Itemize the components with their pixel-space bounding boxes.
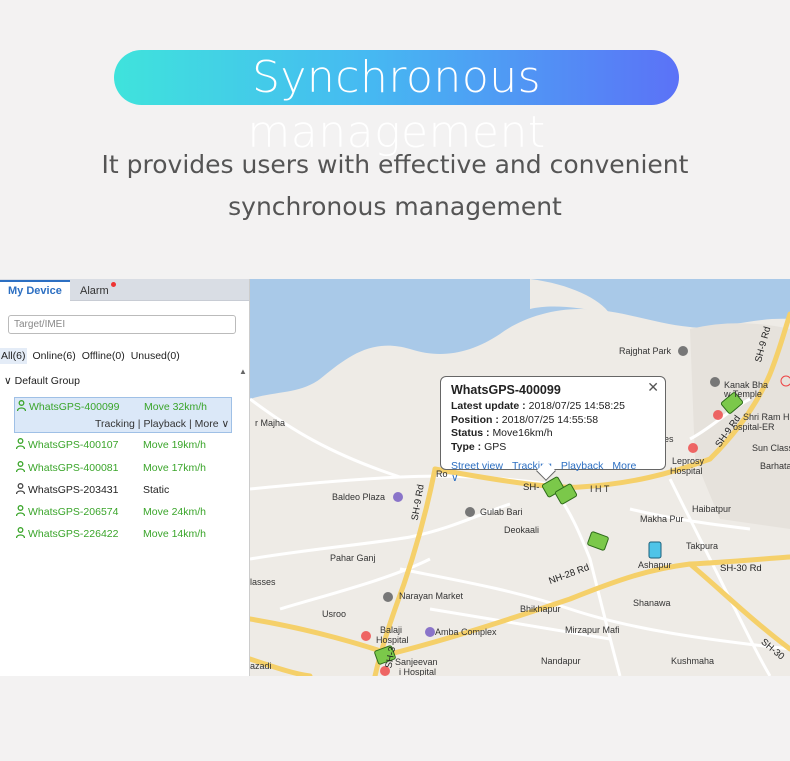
hero-title-banner: Synchronous management [114,50,679,158]
map-label: lasses [250,577,276,587]
tracking-link[interactable]: Tracking [95,418,135,430]
user-icon [16,527,25,538]
position-value: 2018/07/25 14:55:58 [501,413,599,426]
chevron-down-icon: ∨ [451,472,459,484]
map-label: Deokaali [504,525,540,535]
map-label: Amba Complex [435,627,497,637]
map-label: Gulab Bari [480,507,523,517]
map-label: r Majha [255,418,286,428]
map-label: Shanawa [633,598,671,608]
tab-my-device[interactable]: My Device [0,280,70,301]
map-label: Leprosy [672,456,705,466]
device-status: Move 19km/h [143,439,207,451]
map-label: Barhata [760,461,790,471]
user-icon [16,461,25,472]
hero-subtitle-line2: synchronous management [228,192,562,221]
device-info-popup: ✕ WhatsGPS-400099 Latest update : 2018/0… [440,376,666,484]
device-name: WhatsGPS-206574 [28,506,119,518]
popup-title: WhatsGPS-400099 [451,383,561,397]
app-screenshot: Rajghat Park Kanak Bha w Temple Shri Ram… [0,279,790,676]
device-name: WhatsGPS-203431 [28,484,119,496]
device-name: WhatsGPS-226422 [28,528,119,540]
type-value: GPS [484,440,507,453]
device-row[interactable]: WhatsGPS-226422 Move 14km/h [14,525,232,545]
map-label: Makha Pur [640,514,684,524]
position-label: Position : [451,413,499,426]
map-label: Hospital [376,635,409,645]
map-label: Ashapur [638,560,672,570]
status-value: Move16km/h [492,427,553,439]
map-label: I H T [590,484,610,494]
device-row[interactable]: WhatsGPS-400081 Move 17km/h [14,459,232,479]
map-label: Baldeo Plaza [332,492,386,502]
playback-link[interactable]: Playback [143,418,186,430]
map-label: Usroo [322,609,347,619]
road-label: SH-30 Rd [720,563,762,574]
chevron-down-icon: ∨ [221,418,230,430]
map-label: Shri Ram H [743,412,790,422]
group-default[interactable]: ∨ Default Group [4,375,80,387]
map-label: Takpura [686,541,719,551]
more-link[interactable]: More [195,418,219,430]
device-row[interactable]: WhatsGPS-206574 Move 24km/h [14,503,232,523]
map-label: azadi [250,661,272,671]
user-icon [16,505,25,516]
map-label: i Hospital [399,667,437,676]
device-row[interactable]: WhatsGPS-203431 Static [14,481,232,501]
more-link-label: More [612,460,637,472]
alarm-badge-dot [110,282,116,287]
user-icon [16,438,25,449]
tab-alarm[interactable]: Alarm [72,282,124,301]
search-input[interactable]: Target/IMEI [8,315,236,334]
device-status: Move 14km/h [143,528,207,540]
type-label: Type : [451,440,482,453]
street-view-link[interactable]: Street view [451,460,503,472]
map-label: Pahar Ganj [330,553,376,563]
map-label: Ro [436,469,448,479]
map-label: Narayan Market [399,591,464,601]
filter-unused[interactable]: Unused(0) [131,350,180,362]
chevron-down-icon: ∨ [4,375,12,387]
device-row[interactable]: WhatsGPS-400107 Move 19km/h [14,436,232,456]
status-label: Status : [451,427,490,439]
latest-update-value: 2018/07/25 14:58:25 [528,400,625,412]
latest-update-label: Latest update : [451,400,526,412]
playback-link[interactable]: Playback [561,460,604,472]
device-status: Move 32km/h [144,401,208,413]
device-panel: My Device Alarm Target/IMEI All(6) Online… [0,279,250,676]
map-label: Kushmaha [671,656,715,666]
hero-subtitle-line1: It provides users with effective and con… [101,150,689,179]
map-label: w Temple [724,389,762,399]
device-status: Static [143,484,170,496]
map-label: Balaji [380,625,403,635]
tab-alarm-label: Alarm [80,285,109,297]
map-label: Sun Class [752,443,790,453]
filter-offline[interactable]: Offline(0) [82,350,125,362]
close-icon[interactable]: ✕ [647,379,659,396]
device-name: WhatsGPS-400107 [28,439,119,451]
device-name: WhatsGPS-400099 [29,401,120,413]
device-actions: Tracking | Playback | More ∨ [95,418,229,430]
map-label: Hospital [670,466,703,476]
map-label: Nandapur [541,656,581,666]
user-icon [16,483,25,494]
scroll-up-icon[interactable]: ▲ [239,367,247,376]
device-row[interactable]: WhatsGPS-400099 Move 32km/h Tracking | P… [14,397,232,433]
filter-all[interactable]: All(6) [0,348,27,364]
device-name: WhatsGPS-400081 [28,462,119,474]
user-icon [17,400,26,411]
separator: | [186,418,195,430]
device-status: Move 24km/h [143,506,207,518]
device-filters: All(6) Online(6) Offline(0) Unused(0) [0,348,186,364]
map-label: Rajghat Park [619,346,672,356]
map-label: Bhikhapur [520,604,561,614]
map-label: Haibatpur [692,504,732,514]
group-label: Default Group [14,375,80,387]
filter-online[interactable]: Online(6) [33,350,76,362]
device-status: Move 17km/h [143,462,207,474]
map-label: Sanjeevan [395,657,438,667]
map-label: Mirzapur Mafi [565,625,620,635]
panel-tabs: My Device Alarm [0,279,249,301]
